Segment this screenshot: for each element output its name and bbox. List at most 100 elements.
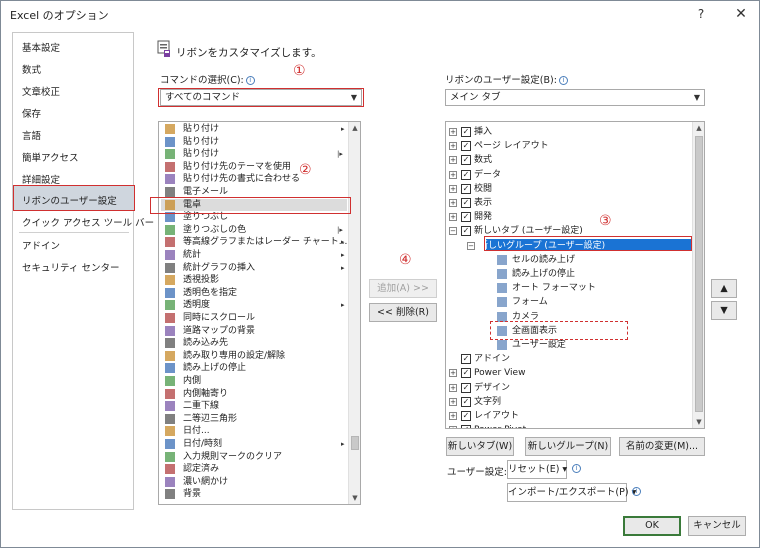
scroll-up-icon[interactable]: ▲ — [693, 122, 704, 134]
checkbox[interactable]: ✓ — [461, 368, 471, 379]
checkbox[interactable]: ✓ — [461, 226, 471, 237]
collapse-icon[interactable]: − — [467, 241, 475, 250]
checkbox[interactable]: ✓ — [461, 183, 471, 194]
command-list-item[interactable]: 貼り付け先のテーマを使用 — [161, 161, 347, 173]
expand-icon[interactable]: + — [449, 199, 457, 207]
command-list-item[interactable]: 日付... — [161, 425, 347, 437]
command-list-item[interactable]: 貼り付け |▸ — [161, 148, 347, 160]
checkbox[interactable]: ✓ — [461, 425, 471, 428]
command-list-item[interactable]: 読み取り専用の設定/解除 — [161, 350, 347, 362]
command-list-item[interactable]: 読み上げの停止 — [161, 362, 347, 374]
checkbox[interactable]: ✓ — [461, 127, 471, 137]
nav-item-save[interactable]: 保存 — [22, 106, 41, 120]
command-list-item[interactable]: 入力規則マークのクリア — [161, 451, 347, 463]
command-list-item[interactable]: 認定済み — [161, 463, 347, 475]
command-list-item[interactable]: 背景 — [161, 488, 347, 500]
scroll-thumb[interactable] — [351, 436, 359, 450]
command-list-item[interactable]: 貼り付け先の書式に合わせる — [161, 173, 347, 185]
import-export-dropdown[interactable]: インポート/エクスポート(P) ▾ — [507, 483, 636, 502]
nav-item-customize-ribbon[interactable]: リボンのユーザー設定 — [22, 193, 117, 207]
ribbon-tree-item[interactable]: セルの読み上げ — [446, 254, 690, 266]
nav-item-accessibility[interactable]: 簡単アクセス — [22, 150, 79, 164]
checkbox[interactable]: ✓ — [461, 411, 471, 421]
ribbon-tree-item[interactable]: + ✓Power Pivot — [446, 424, 690, 428]
command-list-item[interactable]: 内側軸寄り — [161, 388, 347, 400]
command-list-item[interactable]: 道路マップの背景 — [161, 325, 347, 337]
close-button[interactable]: ✕ — [729, 4, 753, 24]
command-list-item[interactable]: 統計グラフの挿入 ▸ — [161, 262, 347, 274]
command-list-item[interactable]: 統計 ▸ — [161, 249, 347, 261]
move-down-button[interactable]: ▼ — [711, 301, 737, 320]
ribbon-tree-item[interactable]: + ✓ 数式 — [446, 154, 690, 166]
ribbon-tree-scrollbar[interactable]: ▲ ▼ — [692, 122, 704, 428]
expand-icon[interactable]: + — [449, 142, 457, 151]
ribbon-tree-item[interactable]: + ✓ データ — [446, 169, 690, 181]
cancel-button[interactable]: キャンセル — [688, 516, 746, 536]
checkbox[interactable]: ✓ — [461, 155, 471, 166]
expand-icon[interactable]: + — [449, 383, 457, 392]
rename-button[interactable]: 名前の変更(M)... — [619, 437, 705, 456]
checkbox[interactable]: ✓ — [461, 141, 471, 152]
command-list-item[interactable]: 透明色を指定 — [161, 287, 347, 299]
command-list-item[interactable]: 二重下線 — [161, 400, 347, 412]
command-list-item[interactable]: 塗りつぶしの色 |▸ — [161, 224, 347, 236]
ribbon-tree-item[interactable]: + ✓ 校閲 — [446, 183, 690, 195]
scroll-down-icon[interactable]: ▼ — [693, 416, 704, 428]
checkbox[interactable]: ✓ — [461, 382, 471, 393]
command-list[interactable]: ▲ ▼ 貼り付け ▸ 貼り付け 貼り付け |▸ 貼り付け先のテーマを使用 貼り付け先の書式に… — [158, 121, 361, 505]
command-list-item[interactable]: 同時にスクロール — [161, 312, 347, 324]
command-list-item[interactable]: 透明度 ▸ — [161, 299, 347, 311]
ribbon-tree-item[interactable]: + ✓ 挿入 — [446, 126, 690, 138]
ribbon-select-combo[interactable]: メイン タブ ▼ — [445, 89, 705, 106]
command-list-item[interactable]: 日付/時刻 ▸ — [161, 438, 347, 450]
nav-item-addins[interactable]: アドイン — [22, 238, 60, 252]
expand-icon[interactable]: + — [449, 156, 457, 165]
scroll-up-icon[interactable]: ▲ — [349, 122, 360, 134]
command-list-item[interactable]: 等高線グラフまたはレーダー チャート... ▸ — [161, 236, 347, 248]
checkbox[interactable]: ✓ — [461, 212, 471, 223]
ribbon-tree-item[interactable]: 読み上げの停止 — [446, 268, 690, 280]
ribbon-tree[interactable]: ▲ ▼ + ✓ 挿入 + ✓ ページ レイアウト + ✓ 数式 + ✓ データ + ✓ 校閲 + ✓ 表示 + ✓ 開発… — [445, 121, 705, 429]
ribbon-tree-item[interactable]: + ✓ 開発 — [446, 211, 690, 223]
new-group-button[interactable]: 新しいグループ(N) — [525, 437, 611, 456]
expand-icon[interactable]: + — [449, 170, 457, 179]
ribbon-tree-item[interactable]: フォーム — [446, 296, 690, 308]
command-list-item[interactable]: 透視投影 — [161, 274, 347, 286]
add-button[interactable]: 追加(A) >> — [369, 279, 437, 298]
checkbox[interactable]: ✓ — [461, 354, 471, 365]
expand-icon[interactable]: + — [449, 412, 457, 420]
ribbon-tree-item[interactable]: ✓ アドイン — [446, 353, 690, 365]
ribbon-tree-item[interactable]: + ✓ レイアウト — [446, 410, 690, 422]
ribbon-tree-item[interactable]: オート フォーマット — [446, 282, 690, 294]
command-list-item[interactable]: 濃い網かけ — [161, 476, 347, 488]
remove-button[interactable]: << 削除(R) — [369, 303, 437, 322]
scroll-thumb[interactable] — [695, 136, 703, 412]
checkbox[interactable]: ✓ — [461, 396, 471, 407]
command-list-item[interactable]: 貼り付け — [161, 136, 347, 148]
nav-item-trust-center[interactable]: セキュリティ センター — [22, 260, 119, 274]
expand-icon[interactable]: + — [449, 397, 457, 406]
command-list-item[interactable]: 二等辺三角形 — [161, 413, 347, 425]
ribbon-tree-item[interactable]: + ✓ 表示 — [446, 197, 690, 209]
ribbon-tree-item[interactable]: + ✓ 文字列 — [446, 396, 690, 408]
nav-item-formulas[interactable]: 数式 — [22, 62, 41, 76]
nav-item-general[interactable]: 基本設定 — [22, 40, 60, 54]
command-list-item[interactable]: 読み込み先 — [161, 337, 347, 349]
ribbon-tree-item[interactable]: + ✓ Power View — [446, 367, 690, 379]
help-button[interactable]: ? — [689, 4, 713, 24]
ok-button[interactable]: OK — [623, 516, 681, 536]
command-list-item[interactable]: 内側 — [161, 375, 347, 387]
nav-item-language[interactable]: 言語 — [22, 128, 41, 142]
ribbon-tree-item[interactable]: + ✓ ページ レイアウト — [446, 140, 690, 152]
expand-icon[interactable]: + — [449, 369, 457, 378]
command-list-item[interactable]: 貼り付け ▸ — [161, 123, 347, 135]
expand-icon[interactable]: + — [449, 128, 457, 136]
expand-icon[interactable]: + — [449, 184, 457, 193]
ribbon-tree-item[interactable]: + ✓ デザイン — [446, 382, 690, 394]
nav-item-advanced[interactable]: 詳細設定 — [22, 172, 60, 186]
collapse-icon[interactable]: − — [449, 227, 457, 236]
nav-item-quick-access[interactable]: クイック アクセス ツール バー — [22, 215, 154, 229]
expand-icon[interactable]: + — [449, 426, 457, 428]
new-tab-button[interactable]: 新しいタブ(W) — [446, 437, 514, 456]
ribbon-tree-item[interactable]: ユーザー設定 — [446, 339, 690, 351]
